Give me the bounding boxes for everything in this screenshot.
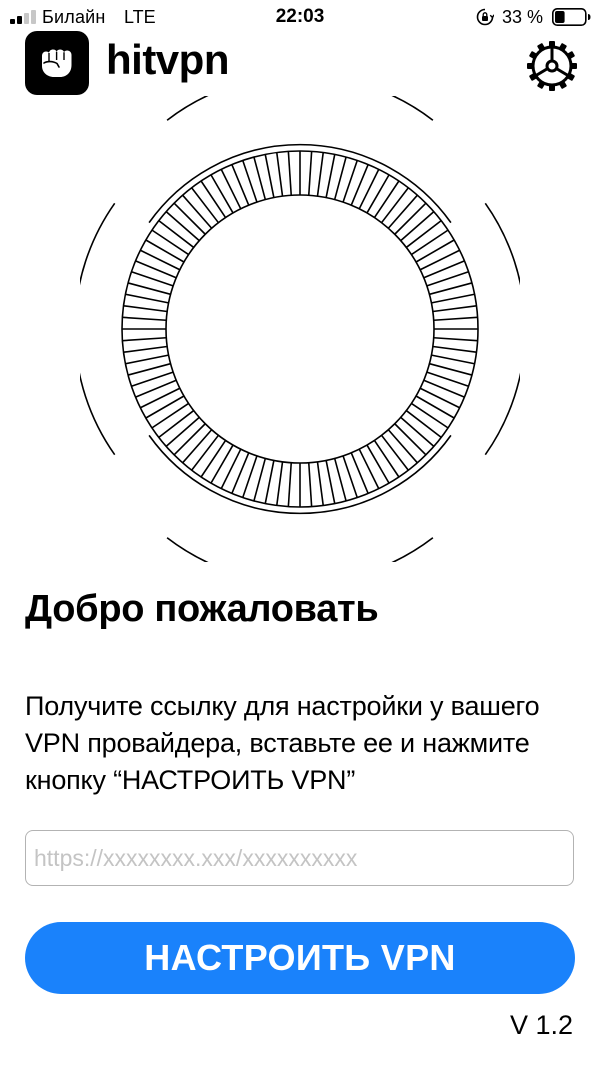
ring-segment [429, 362, 473, 376]
ring-segment [122, 336, 167, 342]
ring-segment [253, 458, 267, 502]
ring-segment [264, 154, 275, 198]
ring-segment [316, 461, 325, 506]
ring-segment [400, 416, 435, 447]
ring-segment [210, 444, 234, 484]
ring-segment [316, 152, 325, 197]
ring-segment [287, 462, 293, 507]
ring-segment [358, 169, 380, 210]
ring-segment [191, 434, 220, 471]
ring-segment [433, 336, 478, 342]
ring-segment [140, 387, 181, 409]
ring-segment [415, 239, 455, 263]
ring-segment [405, 409, 442, 438]
config-url-input[interactable] [25, 830, 574, 886]
gear-icon [527, 41, 577, 91]
ring-segment [419, 249, 460, 271]
ring-segment [145, 239, 185, 263]
ring-segment [145, 395, 185, 419]
ring-segment [158, 220, 195, 249]
ring-segment [380, 434, 409, 471]
ring-segment [358, 448, 380, 489]
ring-segment [200, 439, 227, 478]
ring-segment [210, 174, 234, 214]
ring-segment [125, 354, 169, 365]
ring-segment [307, 151, 313, 196]
ring-segment [431, 293, 475, 304]
ring-segment [165, 416, 200, 447]
app-logo [25, 31, 89, 95]
ring-segment [123, 345, 168, 354]
ring-segment [182, 194, 213, 229]
settings-button[interactable] [524, 38, 580, 94]
ring-segment [151, 402, 190, 429]
battery-icon [552, 8, 591, 26]
ring-segment [394, 202, 427, 235]
ring-segment [127, 362, 171, 376]
ring-segment [200, 180, 227, 219]
ring-segment [394, 423, 427, 456]
ring-segment [387, 194, 418, 229]
ring-segment [373, 439, 400, 478]
ring-segment [333, 458, 347, 502]
ring-segment [253, 156, 267, 200]
ring-segment [158, 409, 195, 438]
ring-segment [387, 429, 418, 464]
ring-segment [433, 316, 478, 322]
ring-segment [400, 211, 435, 242]
ring-segment [264, 460, 275, 504]
vpn-status-graphic [80, 96, 520, 562]
ring-segment [410, 402, 449, 429]
welcome-title: Добро пожаловать [25, 588, 379, 630]
ring-segment [432, 345, 477, 354]
ring-segment [220, 169, 242, 210]
setup-vpn-button[interactable]: НАСТРОИТЬ VPN [25, 922, 575, 994]
ring-segment [165, 211, 200, 242]
ring-segment [419, 387, 460, 409]
ring-segment [366, 444, 390, 484]
ring-segment [325, 154, 336, 198]
ring-segment [429, 282, 473, 296]
ring-segment [151, 229, 190, 256]
ring-segment [307, 462, 313, 507]
ring-segment [380, 187, 409, 224]
ring-segment [173, 202, 206, 235]
ring-segment [410, 229, 449, 256]
status-bar: Билайн LTE 22:03 33 % [0, 0, 600, 34]
ring-segment [127, 282, 171, 296]
ring-segment [373, 180, 400, 219]
ring-segment [140, 249, 181, 271]
battery-percent: 33 % [502, 7, 544, 27]
ring-segment [220, 448, 242, 489]
ring-segment [125, 293, 169, 304]
ring-segment [191, 187, 220, 224]
ring-segment [275, 461, 284, 506]
app-version: V 1.2 [509, 1010, 573, 1040]
ring-segment [432, 304, 477, 313]
ring-segment [431, 354, 475, 365]
ring-segment [275, 152, 284, 197]
ring-segment [122, 316, 167, 322]
ring-segment [415, 395, 455, 419]
orientation-lock-icon [476, 8, 494, 26]
ring-segment [173, 423, 206, 456]
ring-segment [405, 220, 442, 249]
ring-segment [287, 151, 293, 196]
ring-segment [325, 460, 336, 504]
app-name: hitvpn [106, 36, 229, 83]
ring-segment [366, 174, 390, 214]
ring-segment [333, 156, 347, 200]
ring-segment [123, 304, 168, 313]
instructions-text: Получите ссылку для настройки у вашего V… [25, 691, 540, 795]
ring-segment [182, 429, 213, 464]
fist-icon [42, 49, 72, 77]
